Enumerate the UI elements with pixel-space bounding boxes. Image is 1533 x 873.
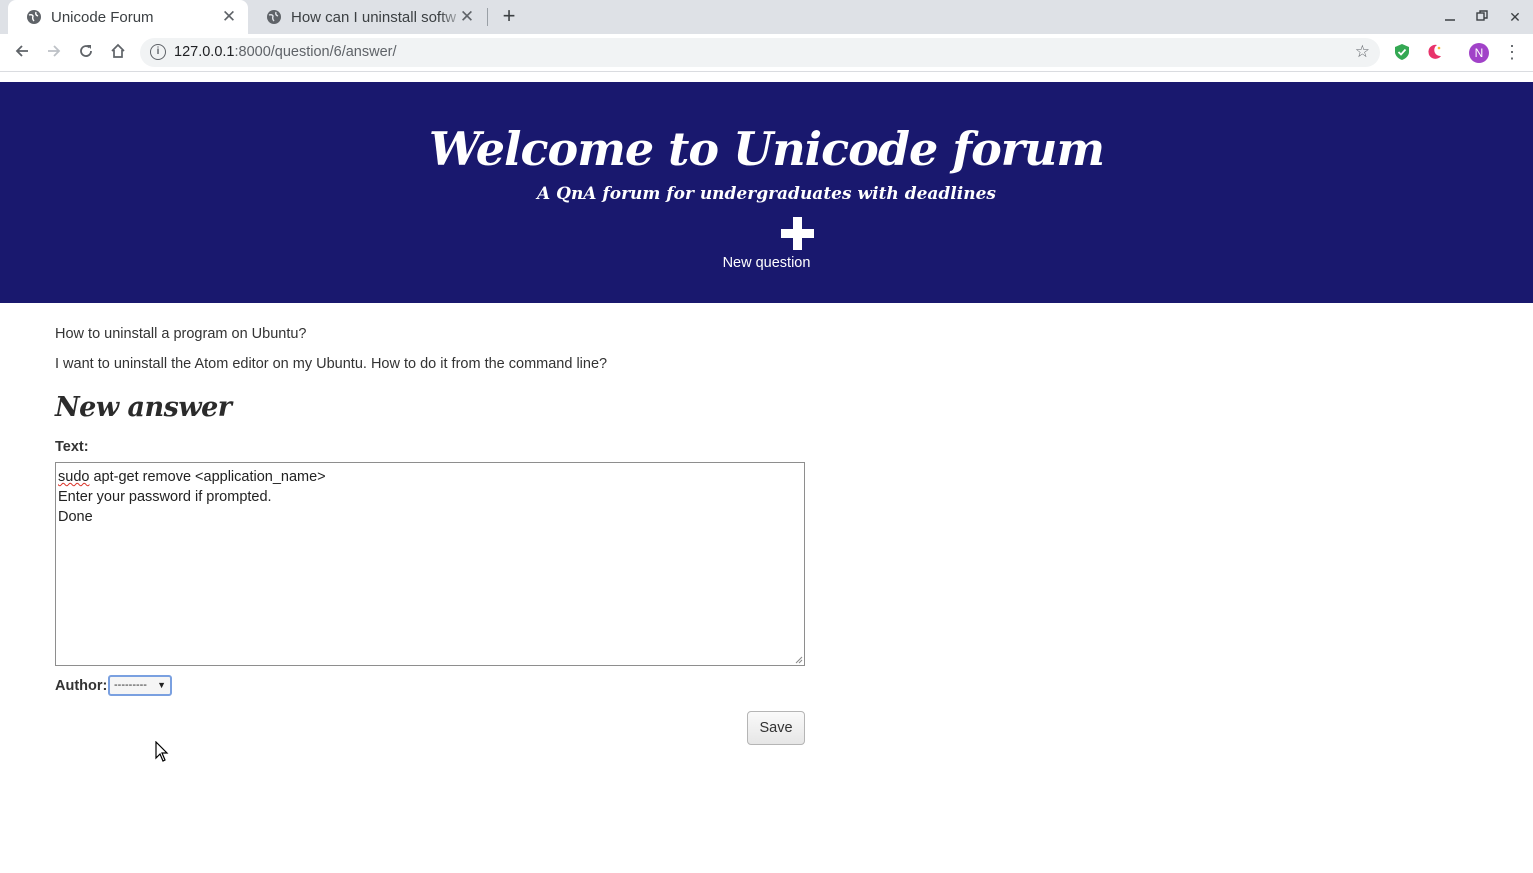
address-bar[interactable]: i 127.0.0.1:8000/question/6/answer/ ☆ [140,38,1380,67]
info-icon[interactable]: i [150,44,166,60]
form-heading: New answer [55,392,232,423]
restore-icon[interactable] [1472,8,1492,26]
author-label: Author: [55,678,108,694]
resize-grip-icon[interactable] [795,656,803,664]
close-icon[interactable]: ✕ [220,8,238,26]
answer-line-3: Done [58,509,93,525]
new-tab-button[interactable]: + [498,5,520,28]
profile-avatar[interactable]: N [1469,43,1489,63]
author-select[interactable]: --------- ▼ [108,675,172,696]
dropdown-arrow-icon: ▼ [157,680,166,690]
bookmark-star-icon[interactable]: ☆ [1355,42,1370,62]
tab-divider [487,8,488,26]
menu-dots-icon[interactable]: ⋮ [1503,42,1521,62]
answer-text-area[interactable]: sudo apt-get remove <application_name> E… [55,462,805,666]
window-close-icon[interactable]: ✕ [1505,8,1525,26]
globe-icon [27,10,41,24]
mouse-pointer-icon [155,741,169,762]
tab-title: Unicode Forum [51,8,154,26]
browser-toolbar: i 127.0.0.1:8000/question/6/answer/ ☆ N … [0,34,1533,72]
tab-strip: Unicode Forum ✕ How can I uninstall soft… [0,0,1533,34]
plus-icon[interactable] [781,217,814,250]
tab-title: How can I uninstall softw [291,8,457,26]
dark-mode-moon-icon[interactable] [1425,43,1443,61]
save-button[interactable]: Save [747,711,805,745]
question-title: How to uninstall a program on Ubuntu? [55,326,307,342]
tab-uninstall-software[interactable]: How can I uninstall softw ✕ [248,0,486,34]
question-body: I want to uninstall the Atom editor on m… [55,356,608,372]
close-icon[interactable]: ✕ [458,8,476,26]
shield-extension-icon[interactable] [1393,43,1411,61]
site-subtitle: A QnA forum for undergraduates with dead… [537,184,996,204]
tab-unicode-forum[interactable]: Unicode Forum ✕ [8,0,248,34]
reload-icon[interactable] [74,41,98,65]
new-question-link[interactable]: New question [0,255,1533,271]
back-arrow-icon[interactable] [10,41,34,65]
minimize-icon[interactable] [1440,8,1460,26]
text-label: Text: [55,439,89,455]
site-title: Welcome to Unicode forum [428,122,1105,176]
answer-line-2: Enter your password if prompted. [58,489,272,505]
url-text[interactable]: 127.0.0.1:8000/question/6/answer/ [174,44,397,60]
globe-icon [267,10,281,24]
spellcheck-word: sudo [58,469,90,485]
forward-arrow-icon[interactable] [42,41,66,65]
answer-line-1: apt-get remove <application_name> [89,469,326,485]
forum-header: Welcome to Unicode forum A QnA forum for… [0,82,1533,303]
home-icon[interactable] [106,41,130,65]
